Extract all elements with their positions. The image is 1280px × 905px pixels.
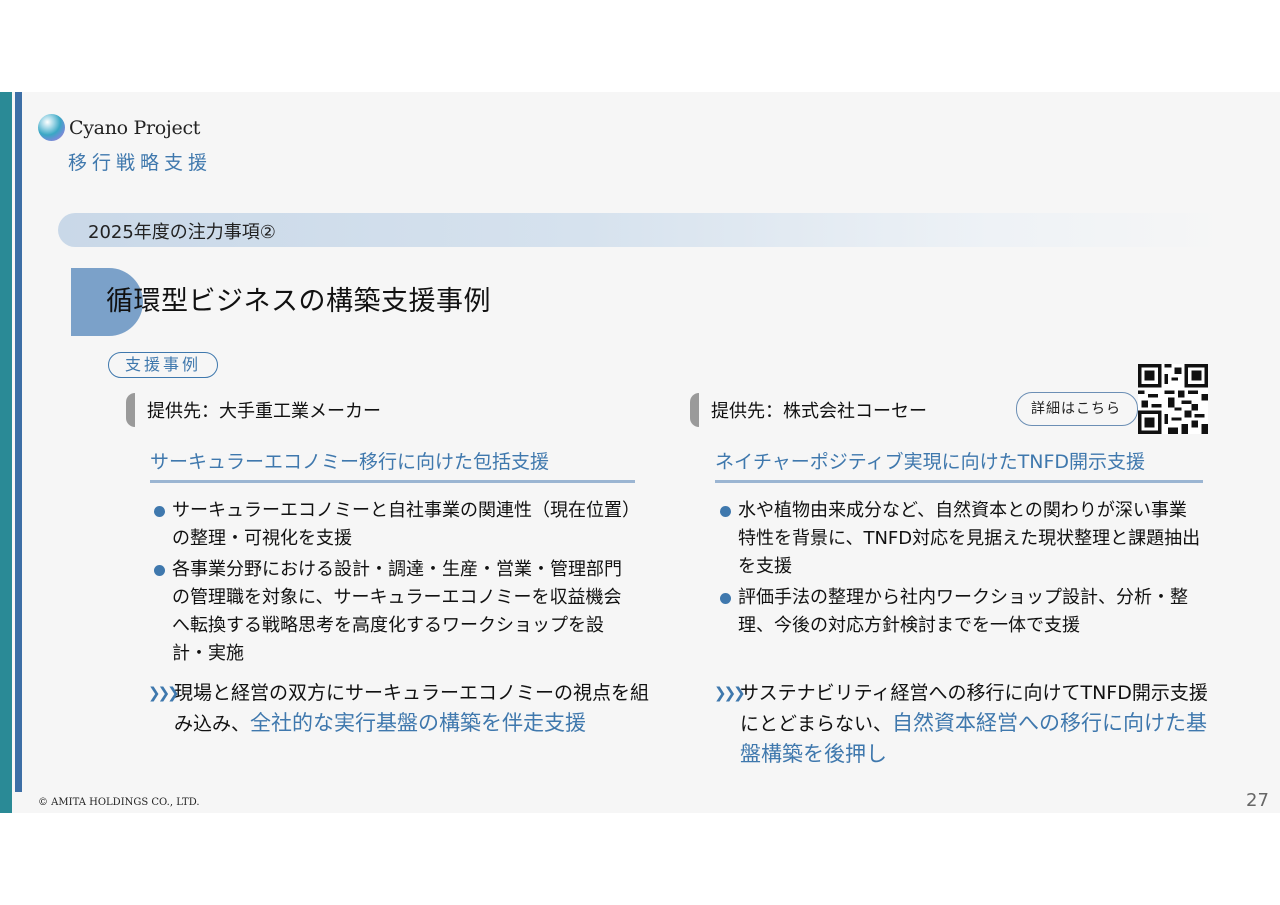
topic-banner-text: 2025年度の注力事項② [88, 222, 276, 243]
client-right-label: 提供先：株式会社コーセー [711, 401, 927, 422]
section-subtitle: 移行戦略支援 [68, 152, 213, 174]
logo-mark-icon [38, 114, 65, 141]
case-heading-right: ネイチャーポジティブ実現に向けたTNFD開示支援 [715, 447, 1203, 483]
logo: Cyano Project [38, 114, 200, 141]
client-right: 提供先：株式会社コーセー [690, 393, 927, 427]
logo-text: Cyano Project [69, 116, 201, 139]
client-marker-icon [690, 393, 699, 427]
summary-right: ❯❯❯ サステナビリティ経営への移行に向けてTNFD開示支援にとどまらない、自然… [714, 678, 1225, 770]
page-number: 27 [1246, 790, 1269, 811]
bullet-dot-icon [154, 506, 165, 517]
bullet-list-right: 水や植物由来成分など、自然資本との関わりが深い事業特性を背景に、TNFD対応を見… [718, 497, 1203, 643]
bullet-dot-icon [154, 565, 165, 576]
client-left: 提供先：大手重工業メーカー [126, 393, 381, 427]
page-title: 循環型ビジネスの構築支援事例 [106, 286, 491, 317]
accent-bar-blue [15, 92, 22, 792]
list-item: 評価手法の整理から社内ワークショップ設計、分析・整理、今後の対応方針検討までを一… [718, 584, 1203, 640]
client-marker-icon [126, 393, 135, 427]
list-item: 各事業分野における設計・調達・生産・営業・管理部門の管理職を対象に、サーキュラー… [152, 556, 637, 668]
list-item: サーキュラーエコノミーと自社事業の関連性（現在位置）の整理・可視化を支援 [152, 497, 637, 553]
bullet-dot-icon [720, 506, 731, 517]
summary-left-highlight: 全社的な実行基盤の構築を伴走支援 [250, 711, 587, 735]
list-item: 水や植物由来成分など、自然資本との関わりが深い事業特性を背景に、TNFD対応を見… [718, 497, 1203, 581]
detail-link[interactable]: 詳細はこちら [1016, 392, 1138, 426]
slide: Cyano Project 移行戦略支援 2025年度の注力事項② 循環型ビジネ… [0, 92, 1280, 813]
case-heading-left: サーキュラーエコノミー移行に向けた包括支援 [150, 447, 635, 483]
section-pill: 支援事例 [108, 352, 219, 378]
triple-chevron-icon: ❯❯❯ [148, 684, 180, 702]
accent-bar-teal [0, 92, 12, 813]
bullet-dot-icon [720, 593, 731, 604]
copyright: © AMITA HOLDINGS CO., LTD. [38, 797, 200, 808]
triple-chevron-icon: ❯❯❯ [714, 684, 746, 702]
bullet-list-left: サーキュラーエコノミーと自社事業の関連性（現在位置）の整理・可視化を支援 各事業… [152, 497, 637, 671]
qr-code-icon[interactable] [1138, 364, 1208, 434]
summary-left: ❯❯❯ 現場と経営の双方にサーキュラーエコノミーの視点を組み込み、全社的な実行基… [148, 678, 659, 739]
client-left-label: 提供先：大手重工業メーカー [147, 401, 381, 422]
